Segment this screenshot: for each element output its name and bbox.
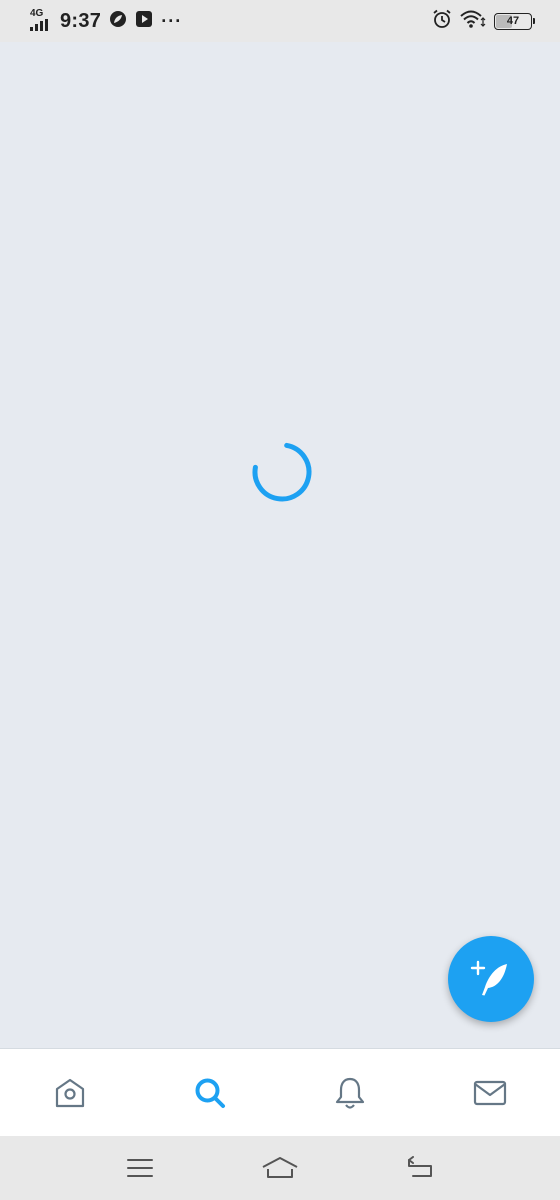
tab-messages[interactable] — [455, 1058, 525, 1128]
home-button[interactable] — [260, 1148, 300, 1188]
status-bar-right: 47 — [432, 9, 535, 34]
back-icon — [408, 1156, 432, 1177]
menu-icon — [127, 1159, 153, 1177]
main-content — [0, 42, 560, 1048]
wifi-icon — [460, 9, 486, 34]
loading-spinner-icon — [252, 442, 312, 502]
bell-icon — [335, 1077, 365, 1109]
compose-tweet-button[interactable] — [448, 936, 534, 1022]
bottom-tab-bar — [0, 1048, 560, 1136]
more-notifications-icon: ··· — [161, 11, 183, 31]
network-type: 4G — [30, 8, 44, 19]
home-button-icon — [262, 1157, 298, 1178]
status-bar: 4G 9:37 ··· 47 — [0, 0, 560, 42]
tab-home[interactable] — [35, 1058, 105, 1128]
app-notification-icon — [109, 10, 127, 33]
battery-level: 47 — [506, 15, 520, 27]
recent-apps-button[interactable] — [120, 1148, 160, 1188]
system-navigation-bar — [0, 1136, 560, 1200]
back-button[interactable] — [400, 1148, 440, 1188]
signal-icon: 4G — [30, 9, 52, 33]
alarm-icon — [432, 9, 452, 34]
status-bar-left: 4G 9:37 ··· — [30, 9, 182, 33]
tab-notifications[interactable] — [315, 1058, 385, 1128]
home-icon — [55, 1078, 85, 1107]
tab-search[interactable] — [175, 1058, 245, 1128]
video-notification-icon — [135, 10, 153, 33]
battery-icon: 47 — [494, 12, 535, 30]
mail-icon — [473, 1080, 507, 1105]
compose-tweet-icon — [470, 960, 507, 996]
clock: 9:37 — [60, 9, 102, 32]
search-icon — [195, 1078, 225, 1108]
